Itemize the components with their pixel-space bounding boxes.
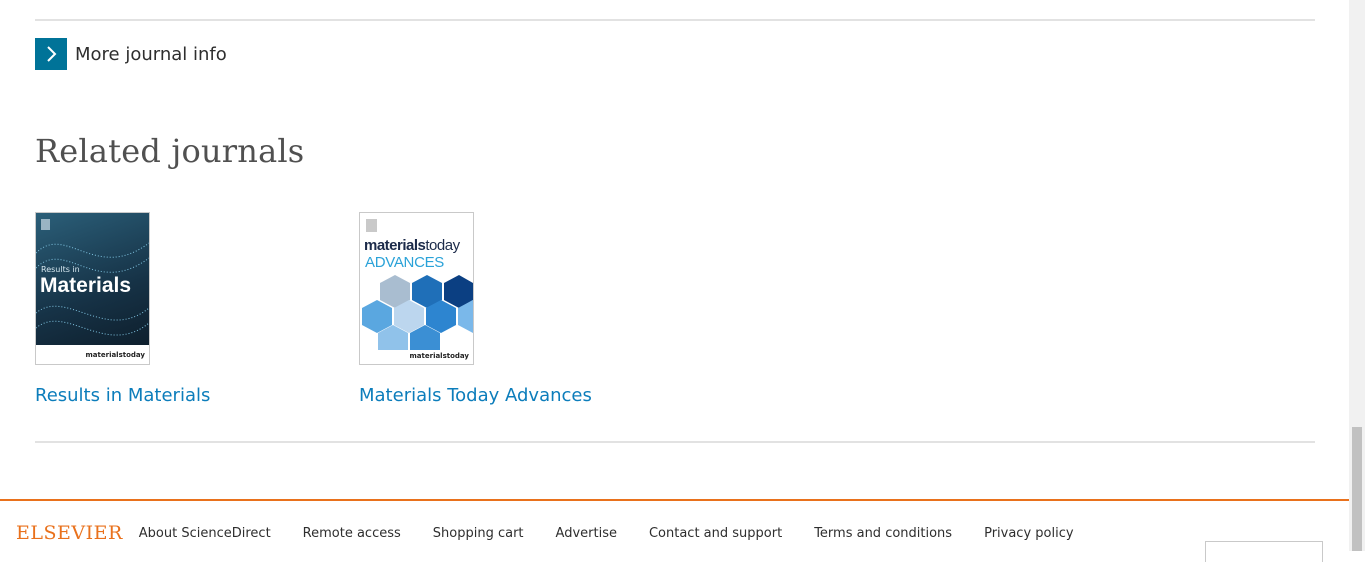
footer-link-terms[interactable]: Terms and conditions xyxy=(814,526,952,541)
cover-title-text: Materials xyxy=(40,274,132,297)
cover-brand-b: today xyxy=(425,237,460,254)
journal-link[interactable]: Results in Materials xyxy=(35,385,210,406)
footer-link-about[interactable]: About ScienceDirect xyxy=(139,526,271,541)
footer-link-privacy[interactable]: Privacy policy xyxy=(984,526,1073,541)
journal-cover-image[interactable]: materialstoday ADVANCES materialstoday xyxy=(359,212,474,365)
cover-publisher-text: materialstoday xyxy=(85,351,146,359)
cover-small-text: Results in xyxy=(41,265,80,274)
related-journal-card: Results in Materials materialstoday Resu… xyxy=(35,212,210,406)
footer-link-shopping-cart[interactable]: Shopping cart xyxy=(433,526,524,541)
more-journal-info-toggle[interactable]: More journal info xyxy=(35,38,227,70)
cover-brand-a: materials xyxy=(364,237,426,254)
journal-cover-image[interactable]: Results in Materials materialstoday xyxy=(35,212,150,365)
scrollbar-thumb[interactable] xyxy=(1352,427,1362,551)
footer-link-remote-access[interactable]: Remote access xyxy=(303,526,401,541)
footer-link-advertise[interactable]: Advertise xyxy=(556,526,617,541)
more-journal-info-label[interactable]: More journal info xyxy=(75,44,227,65)
related-journal-card: materialstoday ADVANCES materialstoday M… xyxy=(359,212,592,406)
cover-sub-text: ADVANCES xyxy=(365,254,445,271)
cover-publisher-text: materialstoday xyxy=(409,352,470,360)
cover-brand-text: materialstoday xyxy=(364,237,460,254)
footer: ELSEVIER About ScienceDirect Remote acce… xyxy=(16,522,1106,544)
top-divider xyxy=(35,19,1315,21)
bottom-divider xyxy=(35,441,1315,443)
footer-accent-line xyxy=(0,499,1349,501)
chevron-right-icon[interactable] xyxy=(35,38,67,70)
vertical-scrollbar[interactable] xyxy=(1349,0,1365,551)
journal-link[interactable]: Materials Today Advances xyxy=(359,385,592,406)
corner-widget[interactable] xyxy=(1205,541,1323,562)
related-journals-heading: Related journals xyxy=(35,132,305,170)
elsevier-logo[interactable]: ELSEVIER xyxy=(16,522,123,544)
footer-link-contact[interactable]: Contact and support xyxy=(649,526,782,541)
cover-hexagon-graphic xyxy=(360,219,473,364)
